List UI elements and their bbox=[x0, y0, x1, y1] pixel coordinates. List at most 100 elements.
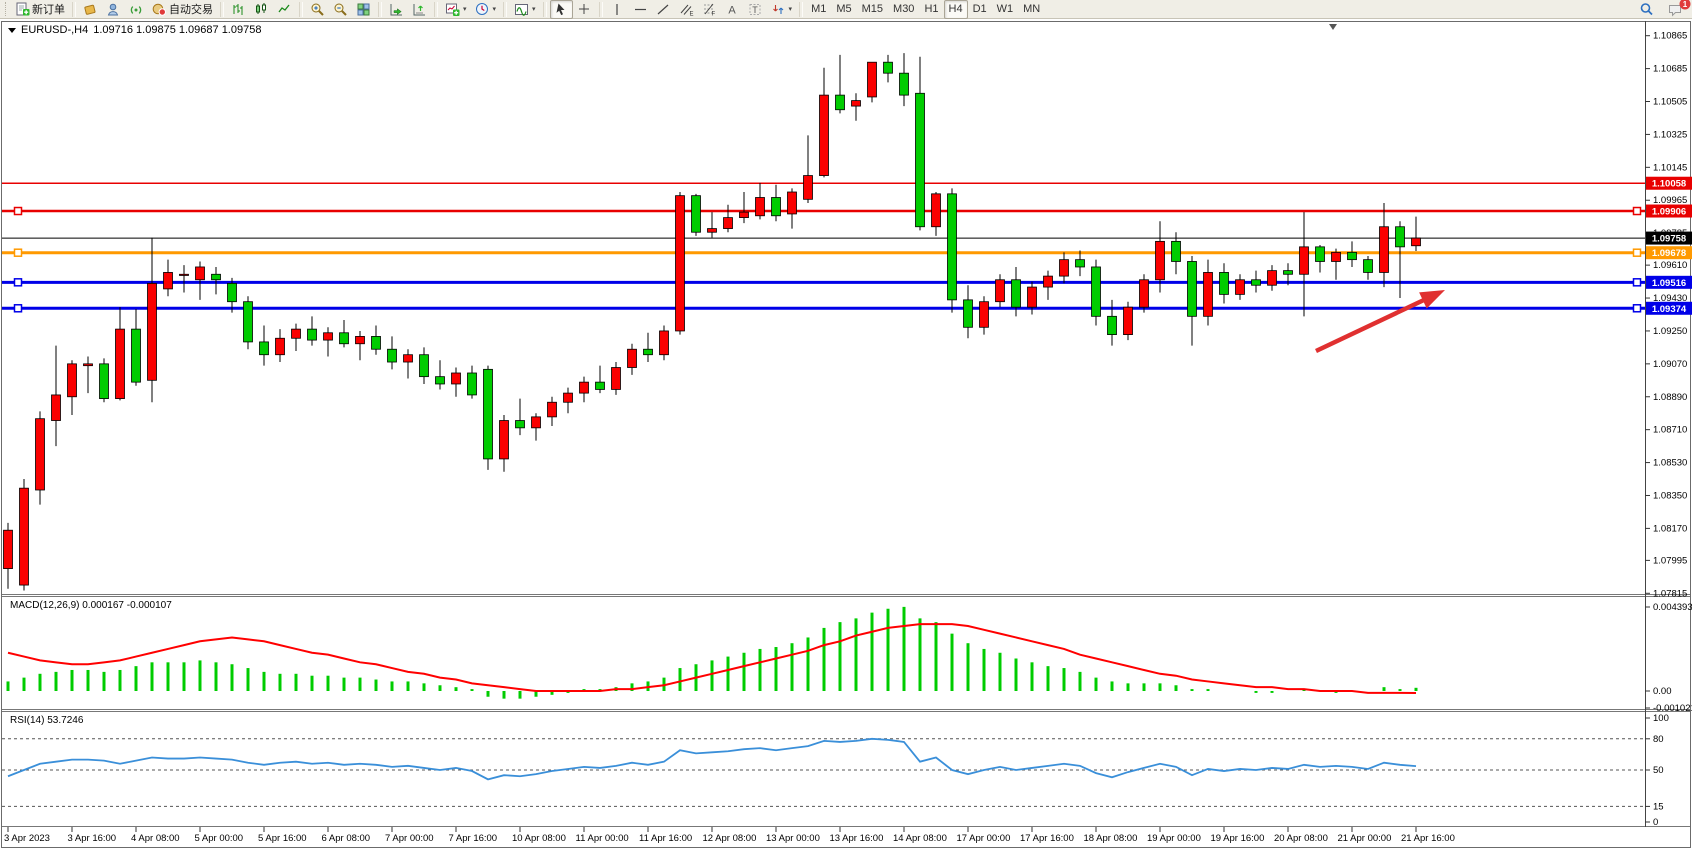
price-line-axis-text: 1.09758 bbox=[1652, 234, 1686, 245]
candle bbox=[1124, 307, 1133, 334]
vline-icon bbox=[610, 2, 625, 17]
dropdown-arrow-icon[interactable]: ▾ bbox=[493, 5, 497, 13]
crosshair-button[interactable] bbox=[573, 0, 596, 19]
line-handle[interactable] bbox=[15, 208, 22, 215]
candle bbox=[372, 336, 381, 349]
tf-d1-button-label: D1 bbox=[973, 3, 987, 15]
tile-icon bbox=[356, 2, 371, 17]
vertical-line-button[interactable] bbox=[606, 0, 629, 19]
tile-windows-button[interactable] bbox=[352, 0, 375, 19]
price-line-axis-text: 1.09374 bbox=[1652, 304, 1687, 315]
toolbar-separator bbox=[378, 2, 382, 17]
candle bbox=[340, 333, 349, 344]
auto-scroll-button[interactable] bbox=[385, 0, 408, 19]
arrows-button[interactable]: ▾ bbox=[767, 0, 797, 19]
fibo-icon: F bbox=[702, 2, 717, 17]
candle-type-icon bbox=[254, 2, 269, 17]
candle bbox=[132, 329, 141, 382]
chart-canvas[interactable]: 1.108651.106851.105051.103251.101451.099… bbox=[0, 0, 1692, 849]
date-label: 5 Apr 00:00 bbox=[195, 833, 244, 844]
candle bbox=[1028, 287, 1037, 307]
candle bbox=[964, 300, 973, 327]
line-handle[interactable] bbox=[1634, 249, 1641, 256]
tf-h4-button[interactable]: H4 bbox=[944, 0, 968, 19]
price-tick-label: 1.10685 bbox=[1653, 64, 1687, 75]
dropdown-arrow-icon[interactable]: ▾ bbox=[463, 5, 467, 13]
dropdown-arrow-icon[interactable]: ▾ bbox=[789, 5, 793, 13]
equidistant-channel-button[interactable]: E bbox=[675, 0, 698, 19]
zoom-in-button[interactable] bbox=[306, 0, 329, 19]
line-handle[interactable] bbox=[1634, 305, 1641, 312]
tf-d1-button[interactable]: D1 bbox=[968, 0, 992, 19]
gold-box-icon-button[interactable] bbox=[79, 0, 102, 19]
price-line-axis-text: 1.10058 bbox=[1652, 179, 1686, 190]
new-chart-icon bbox=[445, 2, 460, 17]
date-label: 17 Apr 16:00 bbox=[1020, 833, 1074, 844]
rsi-axis-label: 100 bbox=[1653, 713, 1669, 724]
new-order-button[interactable]: 新订单 bbox=[11, 0, 69, 19]
candle bbox=[116, 329, 125, 398]
chart-shift-button[interactable] bbox=[408, 0, 431, 19]
auto-trading-button[interactable]: 自动交易 bbox=[148, 0, 217, 19]
gold-box-icon bbox=[83, 2, 98, 17]
candlestick-chart-type-button[interactable] bbox=[250, 0, 273, 19]
rsi-axis-label: 15 bbox=[1653, 801, 1664, 812]
new-chart-button[interactable]: ▾ bbox=[441, 0, 471, 19]
price-tick-label: 1.09070 bbox=[1653, 359, 1687, 370]
tf-w1-button[interactable]: W1 bbox=[992, 0, 1019, 19]
dropdown-arrow-icon[interactable]: ▾ bbox=[532, 5, 536, 13]
horizontal-line-button[interactable] bbox=[629, 0, 652, 19]
line-handle[interactable] bbox=[1634, 208, 1641, 215]
tf-m5-button[interactable]: M5 bbox=[831, 0, 856, 19]
signals-button[interactable] bbox=[125, 0, 148, 19]
toolbar-grip bbox=[5, 2, 9, 16]
tf-m30-button[interactable]: M30 bbox=[888, 0, 919, 19]
candle bbox=[836, 95, 845, 110]
indicators-button[interactable]: ▾ bbox=[510, 0, 540, 19]
candle bbox=[212, 274, 221, 279]
line-chart-type-button[interactable] bbox=[273, 0, 296, 19]
fibonacci-button[interactable]: F bbox=[698, 0, 721, 19]
candle bbox=[612, 368, 621, 390]
profile-button[interactable] bbox=[102, 0, 125, 19]
candle bbox=[628, 349, 637, 367]
search-button[interactable] bbox=[1635, 0, 1658, 19]
candle bbox=[100, 364, 109, 399]
chart-shift-icon bbox=[412, 2, 427, 17]
text-button[interactable]: A bbox=[721, 0, 744, 19]
line-handle[interactable] bbox=[1634, 279, 1641, 286]
candle bbox=[916, 93, 925, 226]
candle bbox=[308, 329, 317, 340]
line-handle[interactable] bbox=[15, 249, 22, 256]
tf-h1-button[interactable]: H1 bbox=[919, 0, 943, 19]
main-toolbar: 新订单 自动交易 ▾ ▾ ▾ EFAT ▾ M1M5M15M30H1H4 D1 W1MN 1 bbox=[0, 0, 1692, 19]
candle bbox=[996, 280, 1005, 302]
candle bbox=[1012, 280, 1021, 307]
tf-m15-button[interactable]: M15 bbox=[857, 0, 888, 19]
candle bbox=[260, 342, 269, 355]
arrows-icon bbox=[771, 2, 786, 17]
candle bbox=[532, 417, 541, 428]
line-handle[interactable] bbox=[15, 305, 22, 312]
tf-m1-button[interactable]: M1 bbox=[806, 0, 831, 19]
pointer-icon bbox=[554, 2, 569, 17]
candle bbox=[276, 338, 285, 354]
periods-button[interactable]: ▾ bbox=[471, 0, 501, 19]
notifications-button[interactable]: 1 bbox=[1664, 0, 1687, 19]
candle bbox=[1044, 276, 1053, 287]
trendline-button[interactable] bbox=[652, 0, 675, 19]
date-label: 12 Apr 08:00 bbox=[703, 833, 757, 844]
cursor-button[interactable] bbox=[550, 0, 573, 19]
macd-axis-label: 0.00 bbox=[1653, 686, 1672, 697]
date-label: 7 Apr 16:00 bbox=[449, 833, 498, 844]
toolbar-separator bbox=[599, 2, 603, 17]
label-button[interactable]: T bbox=[744, 0, 767, 19]
candle bbox=[1380, 227, 1389, 273]
candle bbox=[196, 267, 205, 280]
bar-chart-type-button[interactable] bbox=[227, 0, 250, 19]
price-tick-label: 1.08530 bbox=[1653, 458, 1687, 469]
candle bbox=[820, 95, 829, 175]
zoom-out-button[interactable] bbox=[329, 0, 352, 19]
tf-mn-button[interactable]: MN bbox=[1018, 0, 1045, 19]
line-handle[interactable] bbox=[15, 279, 22, 286]
